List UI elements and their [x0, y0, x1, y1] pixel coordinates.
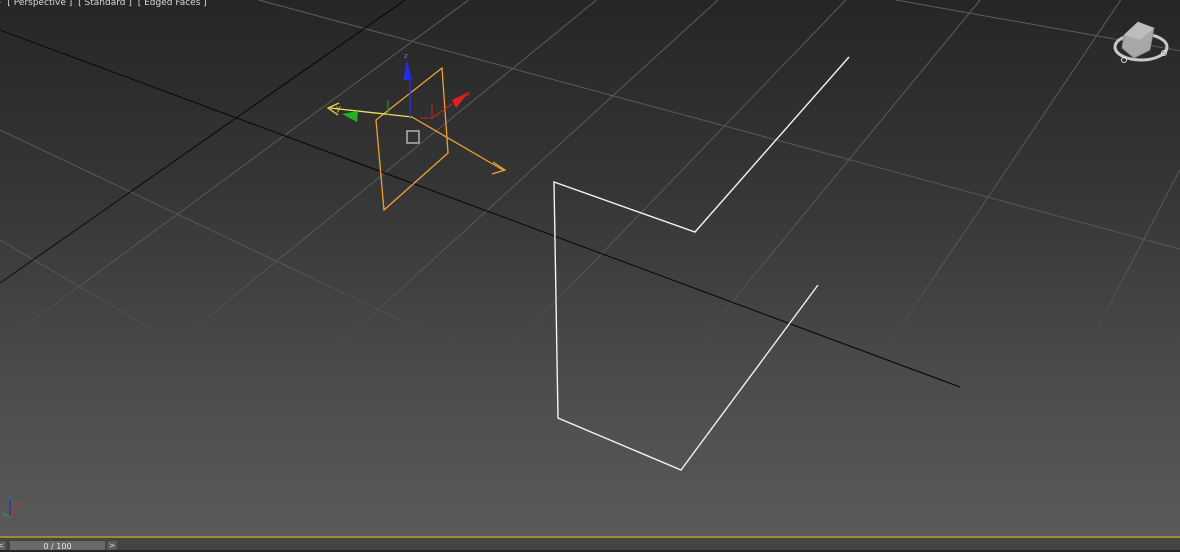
tripod-z-label: z [8, 495, 11, 502]
time-slider-bar: < 0 / 100 > [0, 536, 1180, 551]
world-y-axis-line [0, 0, 406, 284]
tripod-x-label: x [20, 501, 24, 508]
viewport-display-mode-label[interactable]: [ Edged Faces ] [138, 0, 207, 8]
gizmo-x-label: x [466, 90, 470, 98]
z-axis-cone-icon [403, 60, 412, 80]
grid-line [0, 0, 469, 346]
gizmo-z-label: z [404, 52, 408, 60]
viewport-canvas[interactable]: y x z z x [0, 0, 1180, 536]
selected-plane-object[interactable] [375, 66, 449, 212]
viewport-label-menu[interactable]: + [ Perspective ] [ Standard ] [ Edged F… [0, 0, 210, 8]
viewport-point-of-view-label[interactable]: [ Perspective ] [7, 0, 72, 8]
viewcube-icon[interactable] [1113, 21, 1169, 63]
grid-line [258, 0, 1180, 250]
next-frame-button[interactable]: > [107, 541, 117, 550]
grid-line [0, 239, 505, 536]
spline-shape[interactable] [553, 56, 850, 471]
viewport-plus-menu[interactable]: + [0, 0, 2, 8]
previous-frame-button[interactable]: < [0, 541, 6, 550]
world-x-axis-line [0, 29, 961, 388]
grid-line [329, 0, 847, 536]
gizmo-xy-plane-handle[interactable] [420, 103, 433, 119]
pivot-center-box[interactable] [406, 130, 420, 144]
move-gizmo[interactable]: y x z [326, 52, 507, 175]
world-axis-tripod-icon: z x [1, 495, 24, 518]
grid-line [989, 169, 1180, 536]
gizmo-x-axis-shaft [431, 103, 453, 119]
grid-line [759, 0, 1122, 536]
gizmo-y-label: y [336, 104, 341, 113]
time-slider[interactable]: 0 / 100 [10, 541, 105, 551]
y-axis-cone-icon [342, 111, 358, 122]
grid-line [0, 359, 249, 536]
grid-line [129, 0, 719, 536]
grid-line [0, 129, 856, 536]
home-grid [0, 0, 1180, 536]
viewport-shading-label[interactable]: [ Standard ] [78, 0, 132, 8]
gizmo-x-axis-line[interactable] [411, 116, 504, 171]
grid-line [539, 0, 981, 536]
perspective-viewport[interactable]: y x z z x + [ Perspective ] [ Standard ]… [0, 0, 1180, 536]
grid-line [0, 0, 597, 488]
gizmo-y-axis-line[interactable] [329, 107, 413, 118]
